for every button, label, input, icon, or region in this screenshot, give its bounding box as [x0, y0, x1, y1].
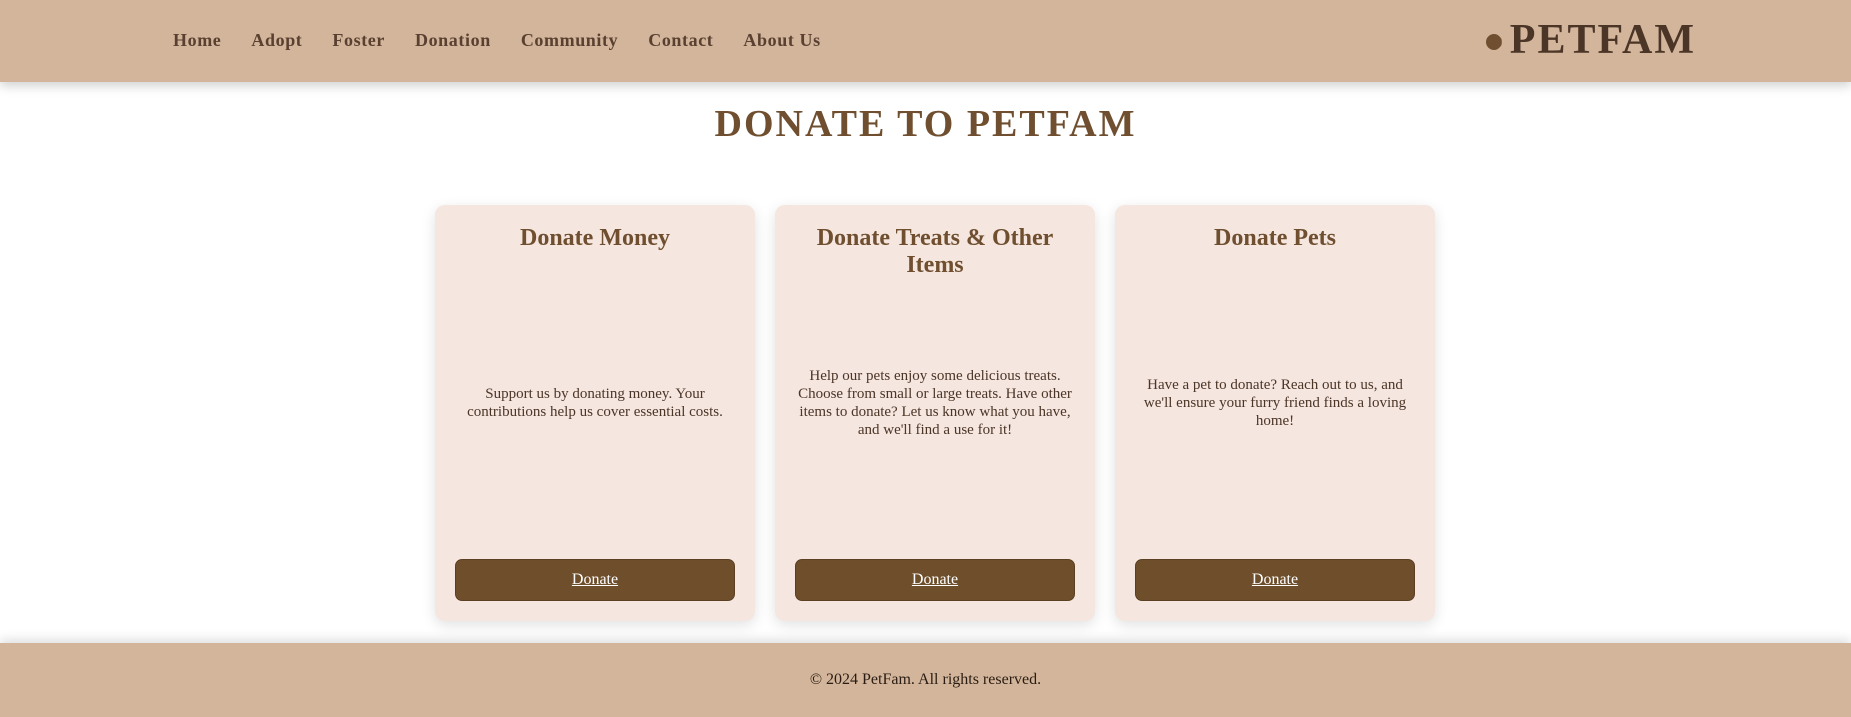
card-title: Donate Pets	[1214, 225, 1336, 251]
donate-pets-button[interactable]: Donate	[1135, 559, 1415, 601]
donate-money-card: Donate Money Support us by donating mone…	[435, 205, 755, 621]
donate-money-button[interactable]: Donate	[455, 559, 735, 601]
paw-dot-icon	[1485, 34, 1502, 50]
site-footer: © 2024 PetFam. All rights reserved.	[0, 643, 1851, 717]
card-body: Help our pets enjoy some delicious treat…	[795, 265, 1075, 541]
site-logo[interactable]: PETFAM	[1485, 16, 1696, 64]
donation-options: Donate Money Support us by donating mone…	[435, 205, 1435, 621]
nav-contact-link[interactable]: Contact	[648, 29, 713, 51]
copyright-text: © 2024 PetFam. All rights reserved.	[809, 671, 1042, 688]
card-description: Have a pet to donate? Reach out to us, a…	[1143, 377, 1407, 429]
nav-donation-link[interactable]: Donation	[415, 29, 491, 51]
donate-pets-card: Donate Pets Have a pet to donate? Reach …	[1115, 205, 1435, 621]
card-body: Have a pet to donate? Reach out to us, a…	[1135, 265, 1415, 541]
page-title: DONATE TO PETFAM	[714, 103, 1137, 145]
nav-home-link[interactable]: Home	[173, 29, 221, 51]
card-title: Donate Money	[520, 225, 670, 251]
donate-treats-button[interactable]: Donate	[795, 559, 1075, 601]
main-nav: Home Adopt Foster Donation Community Con…	[173, 29, 851, 51]
card-body: Support us by donating money. Your contr…	[455, 265, 735, 541]
donate-treats-card: Donate Treats & Other Items Help our pet…	[775, 205, 1095, 621]
site-header: Home Adopt Foster Donation Community Con…	[0, 0, 1851, 82]
logo-text: PETFAM	[1509, 17, 1696, 63]
card-description: Help our pets enjoy some delicious treat…	[798, 368, 1072, 438]
nav-about-us-link[interactable]: About Us	[743, 29, 820, 51]
nav-community-link[interactable]: Community	[521, 29, 618, 51]
nav-adopt-link[interactable]: Adopt	[251, 29, 302, 51]
card-description: Support us by donating money. Your contr…	[467, 386, 723, 420]
nav-foster-link[interactable]: Foster	[332, 29, 385, 51]
